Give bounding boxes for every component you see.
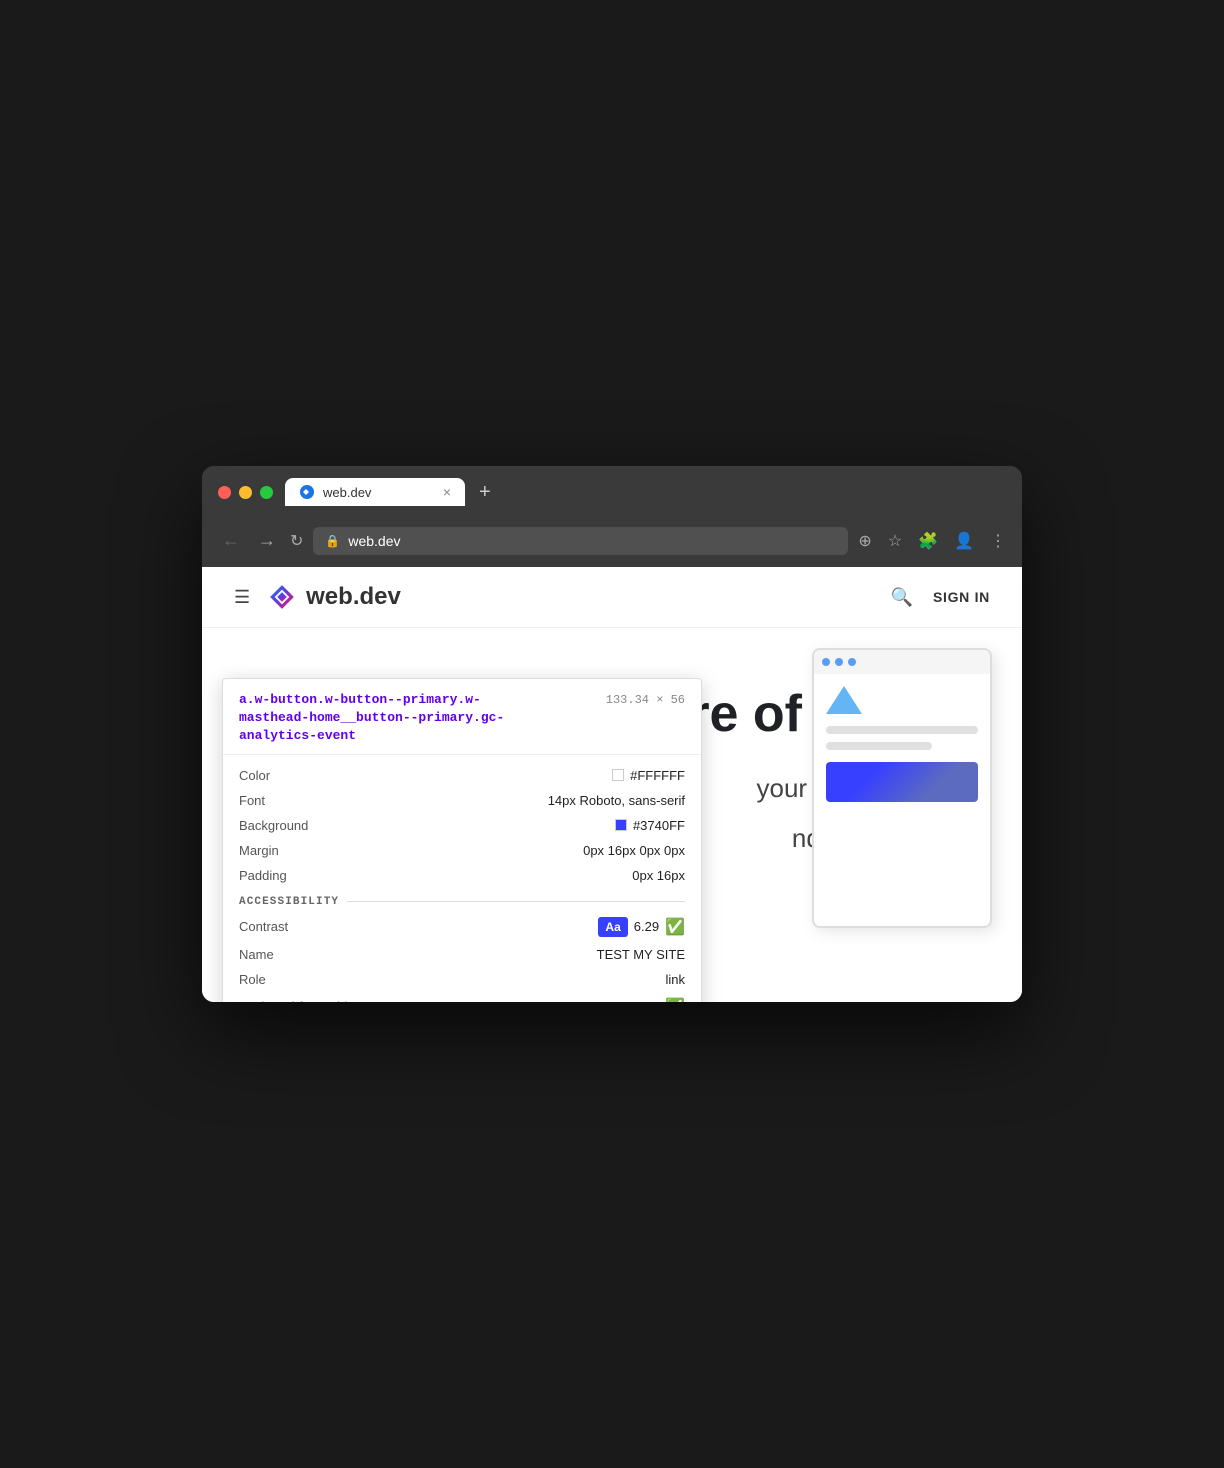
inspector-label-keyboard: Keyboard-focusable [239, 999, 359, 1002]
inspector-popup: a.w-button.w-button--primary.w-masthead-… [222, 678, 702, 1002]
site-header: ☰ web.dev [202, 567, 1022, 628]
tab-bar: web.dev × + [285, 478, 1006, 506]
inspector-label-margin: Margin [239, 843, 359, 858]
minimize-button[interactable] [239, 486, 252, 499]
inspector-label-name: Name [239, 947, 359, 962]
device-wave [826, 762, 978, 802]
inspector-row-padding: Padding 0px 16px [239, 863, 685, 888]
tab-favicon-icon [299, 484, 315, 500]
inspector-value-contrast: Aa 6.29 ✅ [598, 917, 685, 937]
inspector-label-role: Role [239, 972, 359, 987]
forward-button[interactable]: → [254, 526, 280, 555]
inspector-value-role: link [665, 972, 685, 987]
inspector-row-background: Background #3740FF [239, 813, 685, 838]
profile-icon[interactable]: 👤 [954, 531, 974, 551]
site-header-right: 🔍 SIGN IN [891, 587, 990, 608]
inspector-row-keyboard: Keyboard-focusable ✅ [239, 992, 685, 1002]
address-bar-row: ← → ↻ 🔒 web.dev ⊕ ☆ 🧩 👤 ⋮ [202, 518, 1022, 567]
device-line-1 [826, 726, 978, 734]
inspector-row-name: Name TEST MY SITE [239, 942, 685, 967]
inspector-value-name: TEST MY SITE [597, 947, 685, 962]
keyboard-check-icon: ✅ [665, 997, 685, 1002]
web-content: ☰ web.dev [202, 567, 1022, 1002]
inspector-label-background: Background [239, 818, 359, 833]
inspector-selector: a.w-button.w-button--primary.w-masthead-… [239, 691, 539, 746]
device-triangle [826, 686, 862, 714]
search-icon[interactable]: 🔍 [891, 587, 913, 608]
inspector-label-color: Color [239, 768, 359, 783]
sign-in-button[interactable]: SIGN IN [933, 589, 990, 605]
contrast-badge: Aa [598, 917, 627, 937]
inspector-dimensions: 133.34 × 56 [606, 691, 685, 707]
inspector-label-contrast: Contrast [239, 919, 359, 934]
color-swatch-blue [615, 819, 627, 831]
bookmark-icon[interactable]: ☆ [888, 531, 902, 551]
device-content [814, 674, 990, 814]
contrast-check-icon: ✅ [665, 917, 685, 937]
device-dot-1 [822, 658, 830, 666]
inspector-row-font: Font 14px Roboto, sans-serif [239, 788, 685, 813]
inspector-row-color: Color #FFFFFF [239, 763, 685, 788]
browser-window: web.dev × + ← → ↻ 🔒 web.dev ⊕ ☆ 🧩 👤 ⋮ ☰ [202, 466, 1022, 1002]
site-logo[interactable]: web.dev [266, 581, 401, 613]
device-dot-3 [848, 658, 856, 666]
divider-line [347, 901, 685, 902]
extensions-icon[interactable]: 🧩 [918, 531, 938, 551]
traffic-lights [218, 486, 273, 499]
color-swatch-white [612, 769, 624, 781]
browser-tab[interactable]: web.dev × [285, 478, 465, 506]
inspector-label-padding: Padding [239, 868, 359, 883]
site-logo-text: web.dev [306, 583, 401, 611]
inspector-value-background: #3740FF [615, 818, 685, 833]
accessibility-label: ACCESSIBILITY [239, 896, 339, 908]
inspector-value-margin: 0px 16px 0px 0px [583, 843, 685, 858]
inspector-body: Color #FFFFFF Font 14px Roboto, sans-ser… [223, 755, 701, 1002]
inspector-value-font: 14px Roboto, sans-serif [548, 793, 685, 808]
inspector-value-color: #FFFFFF [612, 768, 685, 783]
reload-button[interactable]: ↻ [290, 531, 303, 551]
inspector-label-font: Font [239, 793, 359, 808]
inspector-row-margin: Margin 0px 16px 0px 0px [239, 838, 685, 863]
site-header-left: ☰ web.dev [234, 581, 401, 613]
device-toolbar [814, 650, 990, 674]
accessibility-divider: ACCESSIBILITY [239, 888, 685, 912]
title-bar: web.dev × + [202, 466, 1022, 518]
tab-title: web.dev [323, 485, 435, 500]
lock-icon: 🔒 [325, 534, 340, 548]
menu-icon[interactable]: ⋮ [990, 531, 1006, 551]
logo-chevron-icon [266, 581, 298, 613]
close-button[interactable] [218, 486, 231, 499]
device-dot-2 [835, 658, 843, 666]
zoom-icon[interactable]: ⊕ [858, 531, 871, 551]
maximize-button[interactable] [260, 486, 273, 499]
hero-text-line1: re of [689, 683, 802, 745]
browser-actions: ⊕ ☆ 🧩 👤 ⋮ [858, 531, 1006, 551]
inspector-value-padding: 0px 16px [632, 868, 685, 883]
device-line-2 [826, 742, 932, 750]
inspector-row-role: Role link [239, 967, 685, 992]
address-bar[interactable]: 🔒 web.dev [313, 527, 848, 555]
inspector-row-contrast: Contrast Aa 6.29 ✅ [239, 912, 685, 942]
back-button[interactable]: ← [218, 526, 244, 555]
inspector-value-keyboard: ✅ [665, 997, 685, 1002]
hero-section: a.w-button.w-button--primary.w-masthead-… [202, 628, 1022, 1002]
device-mockup [812, 648, 992, 928]
address-text: web.dev [348, 533, 400, 549]
new-tab-button[interactable]: + [473, 481, 497, 504]
tab-close-button[interactable]: × [443, 484, 451, 500]
hamburger-menu-icon[interactable]: ☰ [234, 587, 250, 608]
inspector-header: a.w-button.w-button--primary.w-masthead-… [223, 679, 701, 755]
